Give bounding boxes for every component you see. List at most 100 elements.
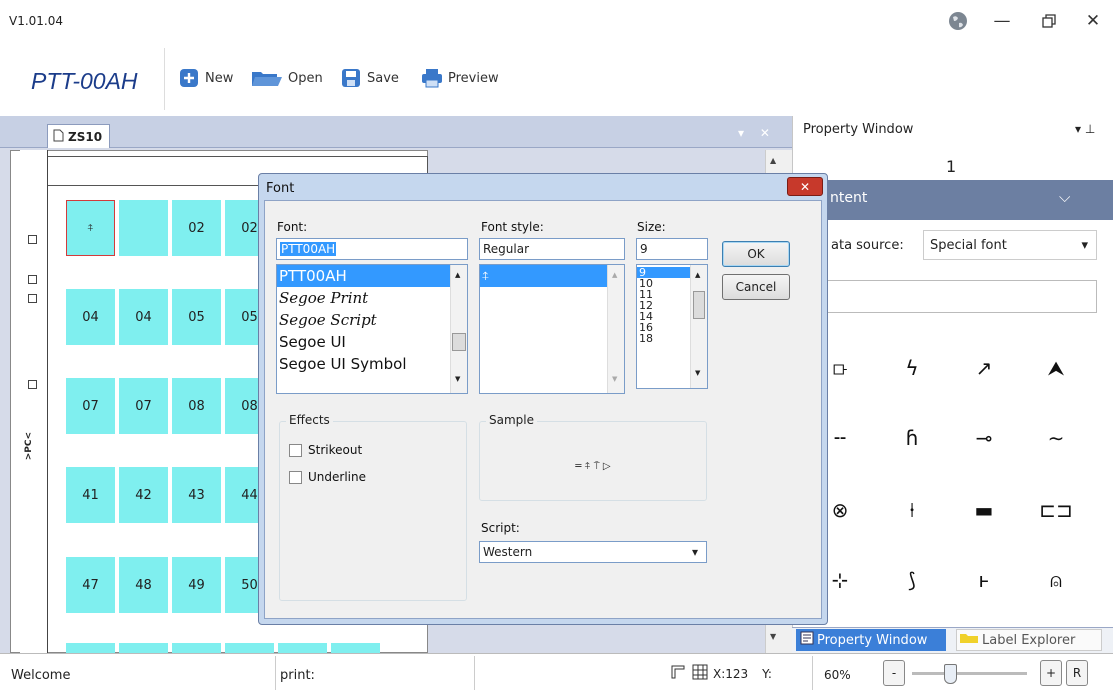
dialog-close-button[interactable]: ✕ — [787, 177, 823, 196]
size-list[interactable]: ▲ ▼ 9 10 11 12 14 16 18 — [636, 264, 708, 389]
symbol-item[interactable]: ↗ — [962, 346, 1006, 390]
open-button[interactable]: Open — [251, 66, 323, 90]
size-label: Size: — [637, 220, 666, 234]
style-list[interactable]: ▲ ▼ ⍏ — [479, 264, 625, 394]
tab-property-label: Property Window — [817, 632, 928, 648]
label-cell[interactable] — [225, 643, 274, 653]
symbol-item[interactable]: ⍝ — [1034, 558, 1078, 602]
label-cell[interactable] — [331, 643, 380, 653]
data-source-select[interactable]: Special font ▾ — [923, 230, 1097, 260]
font-item-ptt00ah[interactable]: PTT00AH — [277, 265, 450, 287]
symbol-item[interactable]: ⊸ — [962, 416, 1006, 460]
pc-label: >PC< — [24, 432, 34, 461]
scroll-down-icon[interactable]: ▼ — [612, 375, 617, 383]
label-cell[interactable]: 07 — [119, 378, 168, 434]
label-cell[interactable]: 49 — [172, 557, 221, 613]
style-list-scrollbar[interactable]: ▲ ▼ — [607, 265, 624, 393]
scroll-up-icon[interactable]: ▲ — [770, 156, 776, 165]
underline-label: Underline — [308, 470, 366, 484]
ok-button[interactable]: OK — [722, 241, 790, 267]
label-cell[interactable]: 41 — [66, 467, 115, 523]
new-button[interactable]: New — [178, 66, 233, 90]
row-checkbox[interactable] — [28, 235, 37, 244]
size-item[interactable]: 18 — [637, 333, 690, 344]
scroll-down-icon[interactable]: ▼ — [455, 375, 460, 383]
zoom-slider-thumb[interactable] — [944, 664, 957, 684]
label-cell[interactable]: ⍏ — [66, 200, 115, 256]
tab-zs10[interactable]: ZS10 — [47, 124, 110, 148]
symbol-item[interactable]: ▬ — [962, 488, 1006, 532]
symbol-item[interactable]: ɦ — [890, 416, 934, 460]
label-cell[interactable]: 43 — [172, 467, 221, 523]
label-cell[interactable]: 47 — [66, 557, 115, 613]
row-checkbox[interactable] — [28, 380, 37, 389]
label-cell[interactable]: 07 — [66, 378, 115, 434]
symbol-item[interactable]: ⱶ — [962, 558, 1006, 602]
label-cell[interactable] — [66, 643, 115, 653]
row-checkbox[interactable] — [28, 275, 37, 284]
label-cell[interactable]: 08 — [172, 378, 221, 434]
label-cell[interactable]: 05 — [172, 289, 221, 345]
minimize-button[interactable]: — — [987, 6, 1017, 36]
label-cell[interactable]: 04 — [119, 289, 168, 345]
scroll-thumb[interactable] — [452, 333, 466, 351]
font-list[interactable]: ▲ ▼ PTT00AH Segoe Print Segoe Script Seg… — [276, 264, 468, 394]
document-icon — [53, 129, 64, 145]
script-select[interactable]: Western ▾ — [479, 541, 707, 563]
pin-icon[interactable]: ▾ ⊥ — [1075, 122, 1095, 136]
font-list-scrollbar[interactable]: ▲ ▼ — [450, 265, 467, 393]
preview-button[interactable]: Preview — [421, 66, 499, 90]
content-input[interactable] — [825, 280, 1097, 313]
size-input[interactable]: 9 — [636, 238, 708, 260]
label-cell[interactable]: 02 — [172, 200, 221, 256]
label-cell[interactable] — [119, 200, 168, 256]
label-cell[interactable]: 42 — [119, 467, 168, 523]
symbol-item[interactable]: ϟ — [890, 346, 934, 390]
grid-toggle-icon[interactable] — [692, 664, 708, 683]
scroll-up-icon[interactable]: ▲ — [455, 271, 460, 279]
zoom-slider-track[interactable] — [912, 672, 1027, 675]
zoom-reset-button[interactable]: R — [1066, 660, 1088, 686]
tab-controls[interactable]: ▾ ✕ — [738, 126, 776, 140]
size-list-scrollbar[interactable]: ▲ ▼ — [690, 265, 707, 388]
symbol-item[interactable]: ⍿ — [890, 488, 934, 532]
font-item-segoe-ui[interactable]: Segoe UI — [277, 331, 467, 353]
tab-property-window[interactable]: Property Window — [796, 629, 946, 651]
chevron-down-icon[interactable]: ⌵ — [1059, 188, 1070, 206]
font-item-segoe-print[interactable]: Segoe Print — [277, 287, 467, 309]
cancel-button[interactable]: Cancel — [722, 274, 790, 300]
scroll-up-icon[interactable]: ▲ — [612, 271, 617, 279]
symbol-item[interactable]: ∼ — [1034, 416, 1078, 460]
tab-label-explorer[interactable]: Label Explorer — [956, 629, 1102, 651]
label-cell[interactable]: 48 — [119, 557, 168, 613]
zoom-out-button[interactable]: - — [883, 660, 905, 686]
ruler-toggle-icon[interactable] — [670, 664, 686, 683]
font-item-segoe-script[interactable]: Segoe Script — [277, 309, 467, 331]
font-input[interactable]: PTT00AH — [276, 238, 468, 260]
strikeout-checkbox[interactable] — [289, 444, 302, 457]
restore-button[interactable] — [1034, 6, 1064, 36]
sample-label: Sample — [486, 413, 537, 427]
save-button[interactable]: Save — [340, 66, 399, 90]
label-cell[interactable] — [172, 643, 221, 653]
symbol-item[interactable]: ⟆ — [890, 558, 934, 602]
style-input[interactable]: Regular — [479, 238, 625, 260]
scroll-down-icon[interactable]: ▼ — [695, 369, 700, 377]
symbol-item[interactable]: ⊏⊐ — [1034, 488, 1078, 532]
label-cell[interactable] — [119, 643, 168, 653]
sample-preview: ═ ⍏ ⍑ ▷ — [575, 461, 611, 472]
symbol-item[interactable]: ⮝ — [1034, 346, 1078, 390]
underline-checkbox[interactable] — [289, 471, 302, 484]
font-item-segoe-ui-symbol[interactable]: Segoe UI Symbol — [277, 353, 467, 375]
label-cell[interactable]: 04 — [66, 289, 115, 345]
save-icon — [340, 68, 362, 88]
row-checkbox[interactable] — [28, 294, 37, 303]
globe-icon[interactable] — [943, 6, 973, 36]
scroll-up-icon[interactable]: ▲ — [695, 271, 700, 279]
scroll-down-icon[interactable]: ▼ — [770, 632, 776, 641]
label-cell[interactable] — [278, 643, 327, 653]
close-button[interactable]: ✕ — [1078, 6, 1108, 36]
style-item[interactable]: ⍏ — [480, 265, 607, 287]
scroll-thumb[interactable] — [693, 291, 705, 319]
zoom-in-button[interactable]: + — [1040, 660, 1062, 686]
